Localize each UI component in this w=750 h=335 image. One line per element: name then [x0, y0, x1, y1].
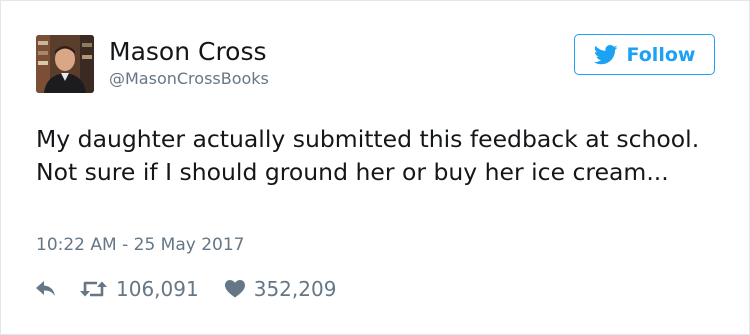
reply-button[interactable]: [36, 281, 56, 297]
twitter-bird-icon: [593, 44, 618, 64]
reply-icon: [36, 281, 55, 296]
follow-button[interactable]: Follow: [574, 34, 715, 75]
like-button[interactable]: 352,209: [224, 277, 337, 301]
retweet-count: 106,091: [116, 277, 199, 301]
author-handle[interactable]: @MasonCrossBooks: [109, 69, 269, 89]
tweet-card: Mason Cross @MasonCrossBooks Follow My d…: [0, 0, 750, 335]
like-count: 352,209: [253, 277, 337, 301]
tweet-timestamp[interactable]: 10:22 AM - 25 May 2017: [36, 234, 244, 256]
tweet-text: My daughter actually submitted this feed…: [36, 125, 700, 186]
author-name[interactable]: Mason Cross: [109, 37, 267, 67]
heart-icon: [224, 280, 245, 298]
avatar[interactable]: [36, 35, 94, 93]
follow-label: Follow: [626, 43, 696, 66]
retweet-icon: [80, 281, 107, 297]
tweet-actions: 106,091 352,209: [36, 277, 336, 301]
retweet-button[interactable]: 106,091: [80, 277, 199, 301]
